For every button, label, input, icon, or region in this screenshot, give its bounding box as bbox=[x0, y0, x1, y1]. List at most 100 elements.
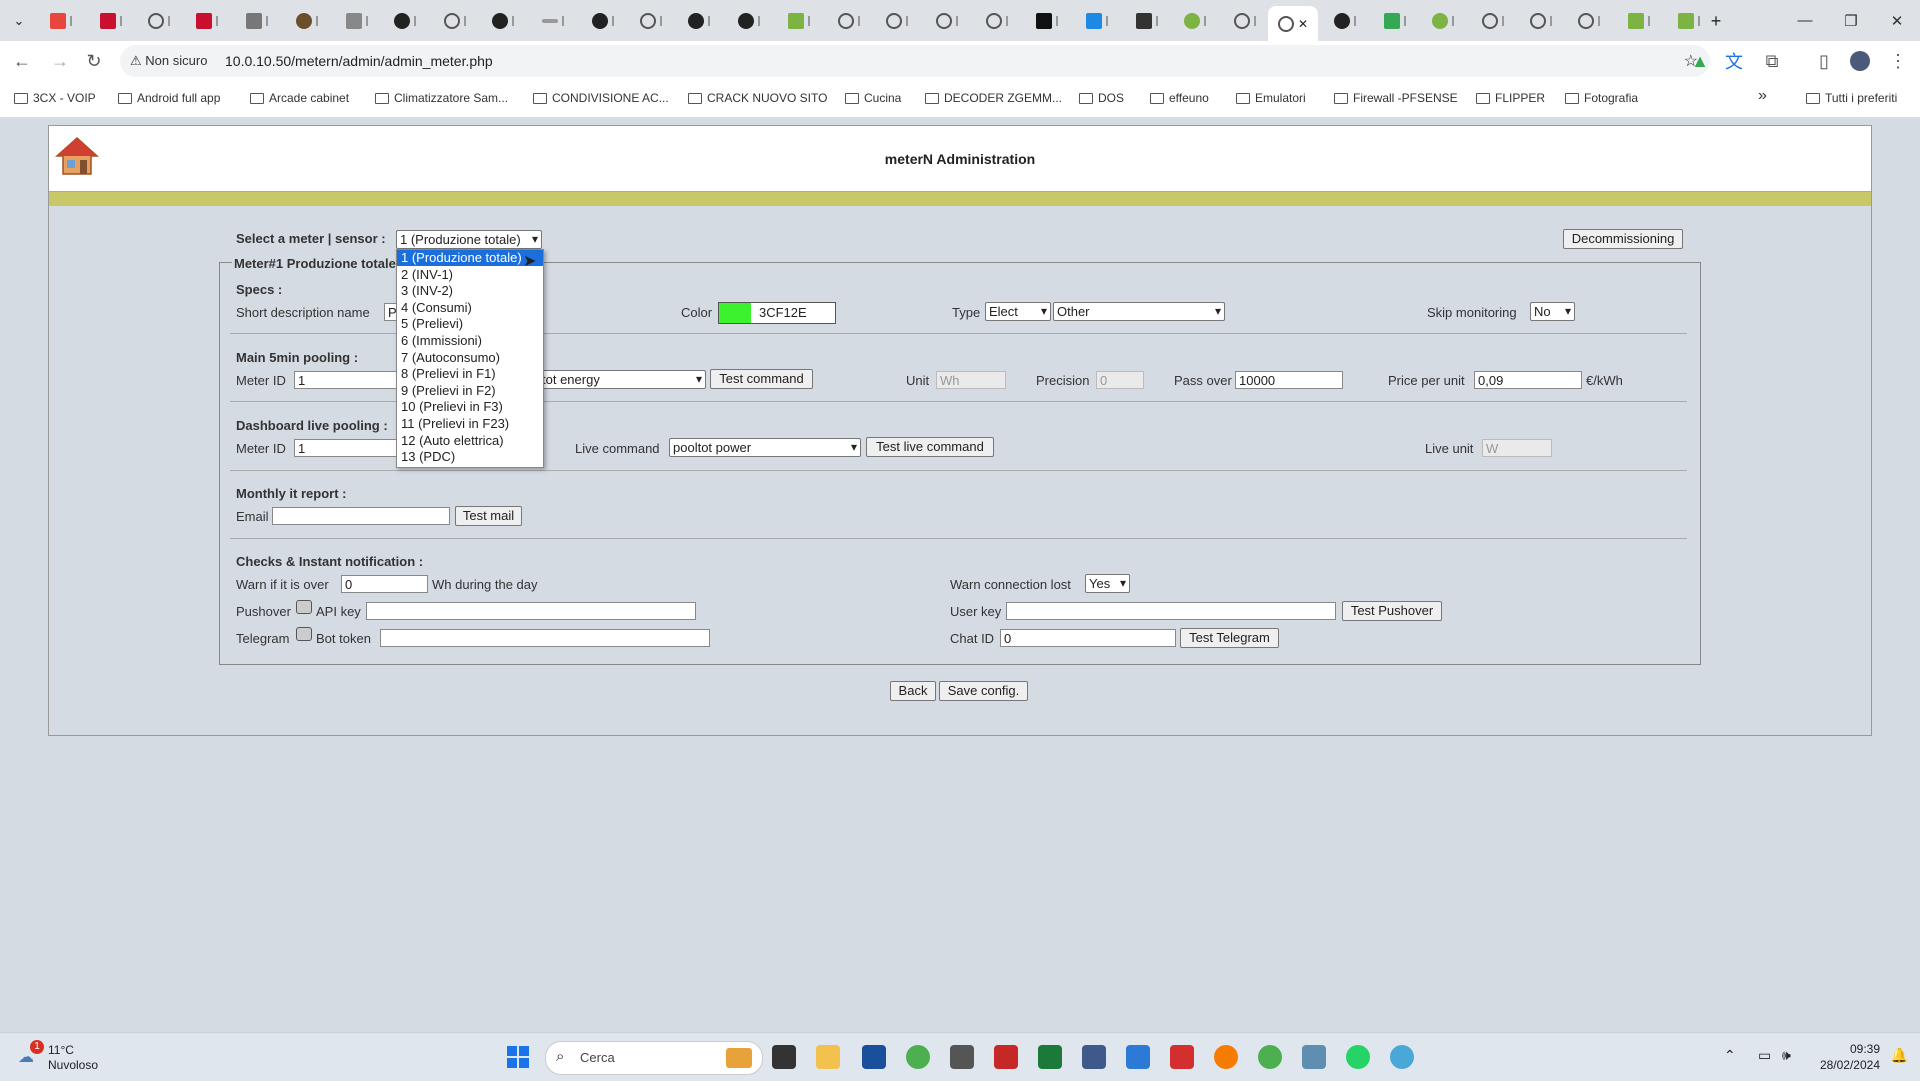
tab-gmail[interactable] bbox=[38, 8, 83, 34]
bookmark-folder[interactable]: Arcade cabinet bbox=[250, 91, 349, 105]
color-picker[interactable]: 3CF12E bbox=[718, 302, 836, 324]
meter-option[interactable]: 6 (Immissioni) bbox=[397, 333, 543, 349]
restore-button[interactable]: ❐ bbox=[1828, 0, 1874, 41]
drive-icon[interactable]: ▲ bbox=[1688, 49, 1712, 73]
tab[interactable] bbox=[1074, 8, 1119, 34]
close-window-button[interactable]: ✕ bbox=[1874, 0, 1920, 41]
info-icon[interactable] bbox=[296, 627, 312, 641]
tab[interactable] bbox=[628, 8, 673, 34]
bookmark-folder[interactable]: DECODER ZGEMM... bbox=[925, 91, 1062, 105]
network-app-icon[interactable] bbox=[1082, 1045, 1106, 1069]
bookmark-folder[interactable]: Android full app bbox=[118, 91, 220, 105]
all-bookmarks[interactable]: Tutti i preferiti bbox=[1806, 91, 1897, 105]
tab[interactable] bbox=[480, 8, 525, 34]
app-icon[interactable] bbox=[994, 1045, 1018, 1069]
store-icon[interactable] bbox=[862, 1045, 886, 1069]
meter-option[interactable]: 7 (Autoconsumo) bbox=[397, 350, 543, 366]
bookmark-folder[interactable]: Emulatori bbox=[1236, 91, 1306, 105]
decommissioning-button[interactable]: Decommissioning bbox=[1563, 229, 1683, 249]
weather-widget[interactable]: 11°C Nuvoloso bbox=[48, 1043, 98, 1073]
whatsapp-icon[interactable] bbox=[1346, 1045, 1370, 1069]
live-command-select[interactable]: pooltot power bbox=[669, 438, 861, 457]
tab[interactable] bbox=[1372, 8, 1417, 34]
info-icon[interactable] bbox=[296, 600, 312, 614]
app-icon[interactable] bbox=[1302, 1045, 1326, 1069]
live-meter-id-input[interactable]: 1 bbox=[294, 439, 402, 457]
tab[interactable] bbox=[1470, 8, 1515, 34]
tab[interactable] bbox=[234, 8, 279, 34]
tab[interactable] bbox=[432, 8, 477, 34]
tab[interactable] bbox=[826, 8, 871, 34]
tab[interactable] bbox=[924, 8, 969, 34]
meter-option[interactable]: 9 (Prelievi in F2) bbox=[397, 383, 543, 399]
bookmark-folder[interactable]: effeuno bbox=[1150, 91, 1209, 105]
tab[interactable] bbox=[1518, 8, 1563, 34]
reload-icon[interactable]: ↻ bbox=[82, 49, 106, 73]
tab[interactable] bbox=[776, 8, 821, 34]
test-live-command-button[interactable]: Test live command bbox=[866, 437, 994, 457]
meter-option[interactable]: 12 (Auto elettrica) bbox=[397, 433, 543, 449]
app-icon[interactable] bbox=[1390, 1045, 1414, 1069]
precision-input[interactable]: 0 bbox=[1096, 371, 1144, 389]
meter-option[interactable]: 13 (PDC) bbox=[397, 449, 543, 465]
bookmark-folder[interactable]: CONDIVISIONE AC... bbox=[533, 91, 669, 105]
meter-option[interactable]: 5 (Prelievi) bbox=[397, 316, 543, 332]
extensions-icon[interactable]: ⧉ bbox=[1760, 49, 1784, 73]
bookmark-folder[interactable]: Cucina bbox=[845, 91, 901, 105]
tab[interactable] bbox=[1616, 8, 1661, 34]
chevron-up-icon[interactable]: ⌃ bbox=[1724, 1047, 1736, 1064]
tab[interactable] bbox=[1222, 8, 1267, 34]
tab[interactable] bbox=[676, 8, 721, 34]
meter-option[interactable]: 8 (Prelievi in F1) bbox=[397, 366, 543, 382]
tab[interactable] bbox=[1024, 8, 1069, 34]
type-detail-select[interactable]: Other bbox=[1053, 302, 1225, 321]
network-icon[interactable]: ▭ bbox=[1758, 1047, 1771, 1064]
tab[interactable] bbox=[284, 8, 329, 34]
type-select[interactable]: Elect bbox=[985, 302, 1051, 321]
address-bar[interactable]: ⚠ Non sicuro 10.0.10.50/metern/admin/adm… bbox=[120, 45, 1710, 77]
taskbar-search[interactable]: ⌕ Cerca bbox=[545, 1041, 763, 1075]
tab[interactable] bbox=[1420, 8, 1465, 34]
command-select[interactable]: tot energy bbox=[538, 370, 706, 389]
tab[interactable] bbox=[136, 8, 181, 34]
meter-option[interactable]: 2 (INV-1) bbox=[397, 267, 543, 283]
test-telegram-button[interactable]: Test Telegram bbox=[1180, 628, 1279, 648]
security-indicator[interactable]: ⚠ Non sicuro bbox=[130, 53, 207, 69]
test-command-button[interactable]: Test command bbox=[710, 369, 813, 389]
tab[interactable] bbox=[580, 8, 625, 34]
tab-search-icon[interactable]: ⌄ bbox=[4, 8, 34, 34]
bookmark-folder[interactable]: 3CX - VOIP bbox=[14, 91, 96, 105]
remote-app-icon[interactable] bbox=[1126, 1045, 1150, 1069]
meter-id-input[interactable]: 1 bbox=[294, 371, 402, 389]
meter-option[interactable]: 10 (Prelievi in F3) bbox=[397, 399, 543, 415]
windows-start-icon[interactable] bbox=[506, 1045, 530, 1069]
tab[interactable] bbox=[874, 8, 919, 34]
avatar[interactable] bbox=[1848, 49, 1872, 73]
vnc-icon[interactable] bbox=[950, 1045, 974, 1069]
menu-icon[interactable]: ⋮ bbox=[1886, 49, 1910, 73]
meter-select[interactable]: 1 (Produzione totale) bbox=[396, 230, 542, 249]
skip-monitoring-select[interactable]: No bbox=[1530, 302, 1575, 321]
warn-connection-select[interactable]: Yes bbox=[1085, 574, 1130, 593]
tab[interactable] bbox=[334, 8, 379, 34]
unit-input[interactable]: Wh bbox=[936, 371, 1006, 389]
save-config-button[interactable]: Save config. bbox=[939, 681, 1028, 701]
chat-id-input[interactable]: 0 bbox=[1000, 629, 1176, 647]
bookmark-folder[interactable]: CRACK NUOVO SITO bbox=[688, 91, 827, 105]
taskbar-clock[interactable]: 09:39 28/02/2024 bbox=[1820, 1041, 1880, 1073]
forward-icon[interactable]: → bbox=[48, 49, 72, 73]
app-icon[interactable] bbox=[1214, 1045, 1238, 1069]
meter-option[interactable]: 4 (Consumi) bbox=[397, 300, 543, 316]
tab[interactable] bbox=[726, 8, 771, 34]
bookmark-folder[interactable]: FLIPPER bbox=[1476, 91, 1545, 105]
notification-bell-icon[interactable]: 🔔 bbox=[1891, 1047, 1908, 1064]
tab[interactable] bbox=[530, 8, 575, 34]
minimize-button[interactable]: — bbox=[1782, 0, 1828, 41]
close-tab-icon[interactable]: ✕ bbox=[1298, 17, 1308, 31]
meter-option[interactable]: 3 (INV-2) bbox=[397, 283, 543, 299]
tab[interactable] bbox=[88, 8, 133, 34]
bookmark-folder[interactable]: Climatizzatore Sam... bbox=[375, 91, 508, 105]
api-key-input[interactable] bbox=[366, 602, 696, 620]
excel-icon[interactable] bbox=[1038, 1045, 1062, 1069]
user-key-input[interactable] bbox=[1006, 602, 1336, 620]
